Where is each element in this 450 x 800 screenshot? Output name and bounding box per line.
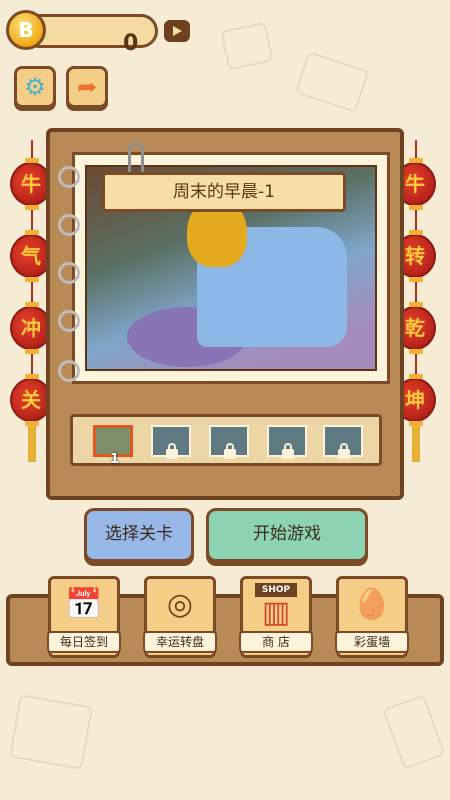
settings-button[interactable]: ⚙ bbox=[14, 66, 56, 108]
start-game-button[interactable]: 开始游戏 bbox=[206, 508, 368, 562]
share-arrow-icon: ➦ bbox=[76, 73, 98, 101]
bg-doodle-flask bbox=[382, 694, 446, 770]
binder-ring bbox=[58, 360, 80, 382]
bg-doodle-paper bbox=[9, 694, 93, 770]
coin-icon: B bbox=[6, 10, 46, 50]
easter-egg-wall-label: 彩蛋墙 bbox=[335, 631, 409, 653]
lock-icon bbox=[166, 443, 178, 459]
lantern-tassel bbox=[28, 426, 36, 462]
lucky-wheel-button[interactable]: ◎ 幸运转盘 bbox=[143, 576, 217, 658]
coin-count: 0 bbox=[123, 31, 139, 56]
level-thumbnail[interactable] bbox=[209, 425, 249, 459]
video-ad-icon[interactable] bbox=[164, 20, 190, 42]
daily-checkin-label: 每日签到 bbox=[47, 631, 121, 653]
lucky-wheel-label: 幸运转盘 bbox=[143, 631, 217, 653]
level-number: 1 bbox=[110, 452, 120, 467]
lock-icon bbox=[338, 443, 350, 459]
shop-button[interactable]: SHOP ▥ 商 店 bbox=[239, 576, 313, 658]
bg-doodle-book bbox=[294, 51, 370, 113]
shop-icon: ▥ bbox=[261, 595, 291, 630]
daily-checkin-button[interactable]: 📅 每日签到 bbox=[47, 576, 121, 658]
level-thumbnail[interactable] bbox=[151, 425, 191, 459]
level-thumbnail-strip: 1 bbox=[70, 414, 382, 467]
shop-label: 商 店 bbox=[239, 631, 313, 653]
level-thumbnail[interactable] bbox=[267, 425, 307, 459]
wheel-icon: ◎ bbox=[166, 587, 194, 622]
gear-icon: ⚙ bbox=[24, 73, 46, 101]
select-level-button[interactable]: 选择关卡 bbox=[84, 508, 194, 562]
egg-icon: 🥚 bbox=[353, 587, 391, 622]
calendar-icon: 📅 bbox=[65, 587, 103, 622]
binder-ring bbox=[58, 166, 80, 188]
binder-ring bbox=[58, 214, 80, 236]
lock-icon bbox=[282, 443, 294, 459]
level-thumbnail[interactable] bbox=[323, 425, 363, 459]
easter-egg-wall-button[interactable]: 🥚 彩蛋墙 bbox=[335, 576, 409, 658]
binder-ring bbox=[58, 262, 80, 284]
share-button[interactable]: ➦ bbox=[66, 66, 108, 108]
level-thumbnail[interactable]: 1 bbox=[93, 425, 133, 467]
bg-doodle-calculator bbox=[220, 21, 274, 71]
level-title: 周末的早晨-1 bbox=[102, 172, 346, 212]
lock-icon bbox=[224, 443, 236, 459]
lantern-tassel bbox=[412, 426, 420, 462]
binder-ring bbox=[58, 310, 80, 332]
